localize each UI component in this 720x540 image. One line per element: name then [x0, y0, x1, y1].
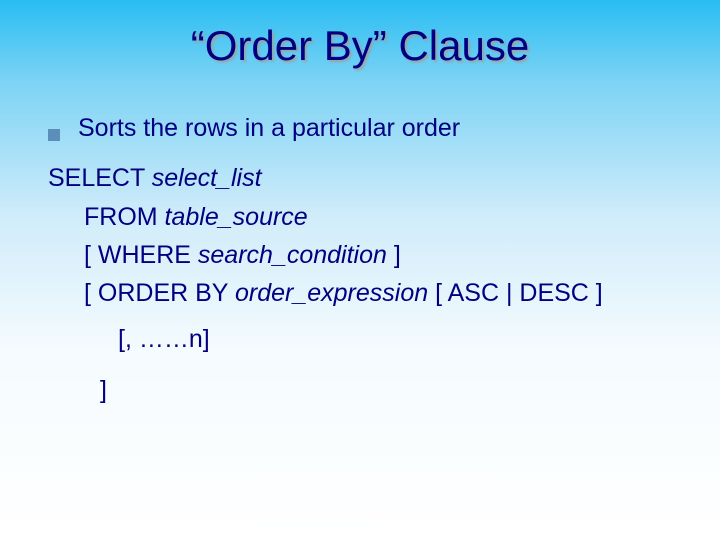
syntax-line-from: FROM table_source	[48, 199, 690, 235]
syntax-line-where: [ WHERE search_condition ]	[48, 237, 690, 273]
syntax-line-orderby: [ ORDER BY order_expression [ ASC | DESC…	[48, 275, 690, 311]
syntax-block: SELECT select_list FROM table_source [ W…	[48, 160, 690, 408]
syntax-line-repeat: [, ……n]	[48, 321, 690, 357]
bullet-text: Sorts the rows in a particular order	[78, 110, 460, 146]
slide-title: “Order By” Clause	[0, 22, 720, 70]
slide: “Order By” Clause Sorts the rows in a pa…	[0, 0, 720, 540]
square-bullet-icon	[48, 129, 60, 141]
bullet-item: Sorts the rows in a particular order	[48, 110, 690, 146]
syntax-line-close: ]	[48, 372, 690, 408]
syntax-line-select: SELECT select_list	[48, 160, 690, 196]
slide-body: Sorts the rows in a particular order SEL…	[48, 110, 690, 410]
